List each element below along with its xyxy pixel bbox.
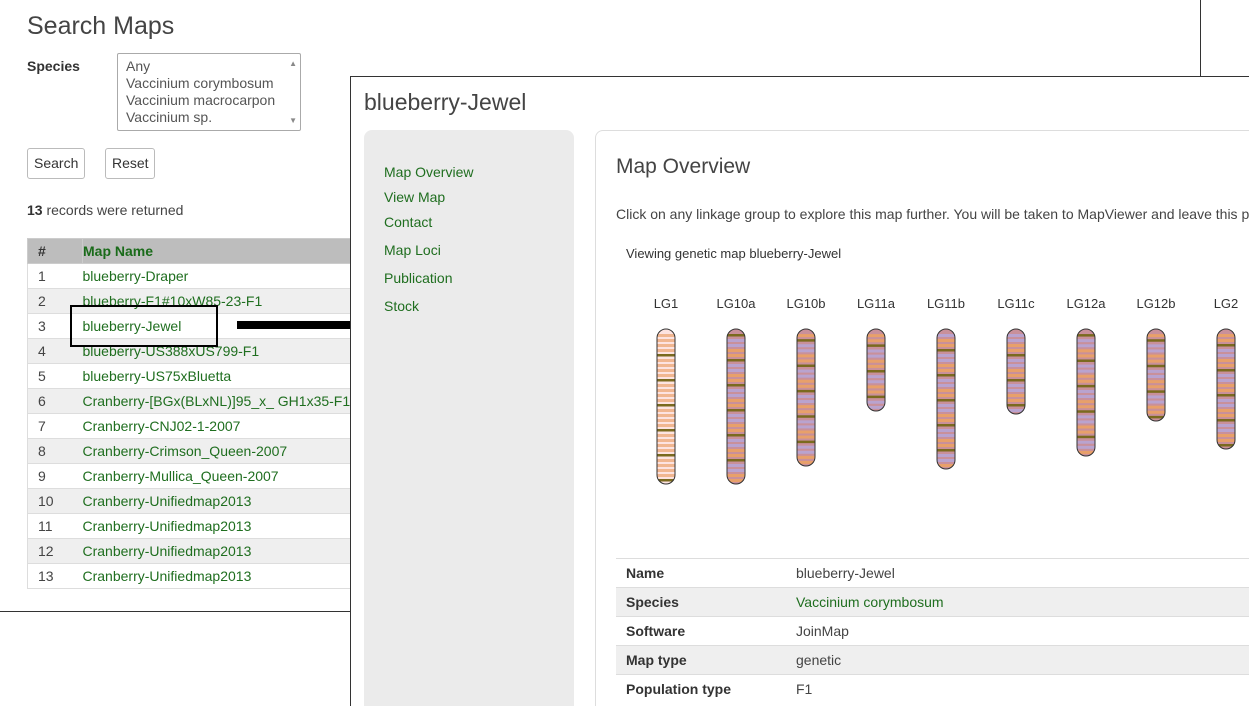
- map-name-link[interactable]: blueberry-US75xBluetta: [82, 363, 357, 389]
- linkage-group-chromosome[interactable]: [796, 328, 816, 467]
- linkage-group-label[interactable]: LG10b: [781, 296, 831, 311]
- detail-value: genetic: [796, 645, 1249, 675]
- linkage-group-chromosome[interactable]: [1006, 328, 1026, 415]
- linkage-group-label[interactable]: LG1: [641, 296, 691, 311]
- row-number: 6: [27, 388, 83, 414]
- species-option[interactable]: Vaccinium corymbosum: [118, 75, 300, 92]
- row-number: 1: [27, 263, 83, 289]
- species-label: Species: [27, 58, 80, 74]
- row-number: 11: [27, 513, 83, 539]
- detail-key: Population type: [616, 674, 796, 704]
- column-header-map-name[interactable]: Map Name: [82, 238, 357, 264]
- row-number: 13: [27, 563, 83, 589]
- detail-row: Software JoinMap: [616, 616, 1249, 646]
- detail-key: Species: [616, 587, 796, 617]
- detail-row: Species Vaccinium corymbosum: [616, 587, 1249, 617]
- map-name-link[interactable]: Cranberry-CNJ02-1-2007: [82, 413, 357, 439]
- row-number: 5: [27, 363, 83, 389]
- linkage-group-label[interactable]: LG2: [1201, 296, 1249, 311]
- table-row: 7 Cranberry-CNJ02-1-2007: [27, 413, 357, 439]
- reset-button[interactable]: Reset: [105, 148, 155, 179]
- map-overview-content: Map Overview Click on any linkage group …: [595, 130, 1249, 706]
- scroll-down-icon[interactable]: ▼: [289, 116, 297, 125]
- detail-value[interactable]: Vaccinium corymbosum: [796, 587, 1249, 617]
- map-name-link[interactable]: Cranberry-Unifiedmap2013: [82, 513, 357, 539]
- detail-row: Population type F1: [616, 674, 1249, 704]
- highlight-box: [70, 305, 218, 347]
- species-multiselect[interactable]: Any Vaccinium corymbosum Vaccinium macro…: [117, 53, 301, 131]
- table-row: 5 blueberry-US75xBluetta: [27, 363, 357, 389]
- linkage-group-label[interactable]: LG12b: [1131, 296, 1181, 311]
- row-number: 10: [27, 488, 83, 514]
- detail-row: Name blueberry-Jewel: [616, 558, 1249, 588]
- search-button[interactable]: Search: [27, 148, 85, 179]
- map-name-link[interactable]: Cranberry-[BGx(BLxNL)]95_x_ GH1x35-F1: [82, 388, 357, 414]
- map-detail-page: blueberry-Jewel Map Overview View Map Co…: [350, 76, 1249, 706]
- linkage-group-chromosome[interactable]: [1216, 328, 1236, 450]
- row-number: 8: [27, 438, 83, 464]
- linkage-group-label[interactable]: LG11c: [991, 296, 1041, 311]
- map-name-link[interactable]: Cranberry-Unifiedmap2013: [82, 538, 357, 564]
- viewing-label: Viewing genetic map blueberry-Jewel: [626, 246, 842, 261]
- scroll-up-icon[interactable]: ▲: [289, 59, 297, 68]
- linkage-group-label[interactable]: LG12a: [1061, 296, 1111, 311]
- map-name-link[interactable]: Cranberry-Unifiedmap2013: [82, 488, 357, 514]
- linkage-group-viewer[interactable]: [596, 321, 1249, 491]
- detail-value: blueberry-Jewel: [796, 558, 1249, 588]
- linkage-group-label[interactable]: LG10a: [711, 296, 761, 311]
- linkage-group-chromosome[interactable]: [866, 328, 886, 412]
- results-table: # Map Name 1 blueberry-Draper 2 blueberry-F…: [27, 238, 357, 589]
- table-row: 11 Cranberry-Unifiedmap2013: [27, 513, 357, 539]
- detail-key: Software: [616, 616, 796, 646]
- linkage-group-chromosome[interactable]: [726, 328, 746, 485]
- species-option[interactable]: Vaccinium macrocarpon: [118, 92, 300, 109]
- records-text: records were returned: [42, 202, 184, 218]
- table-header-row: # Map Name: [27, 238, 357, 264]
- linkage-group-label[interactable]: LG11a: [851, 296, 901, 311]
- table-row: 13 Cranberry-Unifiedmap2013: [27, 563, 357, 589]
- detail-value: F1: [796, 674, 1249, 704]
- map-name-link[interactable]: blueberry-Draper: [82, 263, 357, 289]
- table-row: 9 Cranberry-Mullica_Queen-2007: [27, 463, 357, 489]
- section-title: Map Overview: [616, 155, 751, 178]
- map-title: blueberry-Jewel: [364, 89, 527, 115]
- nav-map-overview[interactable]: Map Overview: [384, 164, 473, 180]
- map-name-link[interactable]: Cranberry-Mullica_Queen-2007: [82, 463, 357, 489]
- linkage-group-chromosome[interactable]: [1076, 328, 1096, 457]
- row-number: 7: [27, 413, 83, 439]
- detail-value: JoinMap: [796, 616, 1249, 646]
- linkage-group-chromosome[interactable]: [1146, 328, 1166, 422]
- nav-publication[interactable]: Publication: [384, 270, 453, 286]
- map-name-link[interactable]: Cranberry-Crimson_Queen-2007: [82, 438, 357, 464]
- nav-view-map[interactable]: View Map: [384, 189, 445, 205]
- species-option[interactable]: Any: [118, 58, 300, 75]
- linkage-group-chromosome[interactable]: [936, 328, 956, 470]
- page-title: Search Maps: [27, 12, 175, 40]
- table-row: 10 Cranberry-Unifiedmap2013: [27, 488, 357, 514]
- table-row: 8 Cranberry-Crimson_Queen-2007: [27, 438, 357, 464]
- detail-row: Map type genetic: [616, 645, 1249, 675]
- nav-map-loci[interactable]: Map Loci: [384, 242, 441, 258]
- nav-stock[interactable]: Stock: [384, 298, 419, 314]
- side-nav: Map Overview View Map Contact Map Loci P…: [364, 130, 574, 706]
- map-details-table: Name blueberry-Jewel Species Vaccinium cory…: [616, 558, 1249, 704]
- detail-key: Map type: [616, 645, 796, 675]
- row-number: 9: [27, 463, 83, 489]
- nav-contact[interactable]: Contact: [384, 214, 432, 230]
- section-description: Click on any linkage group to explore th…: [616, 206, 1249, 222]
- map-name-link[interactable]: Cranberry-Unifiedmap2013: [82, 563, 357, 589]
- column-header-number[interactable]: #: [27, 238, 83, 264]
- linkage-group-label[interactable]: LG11b: [921, 296, 971, 311]
- table-row: 6 Cranberry-[BGx(BLxNL)]95_x_ GH1x35-F1: [27, 388, 357, 414]
- records-summary: 13 records were returned: [27, 202, 183, 218]
- linkage-group-chromosome[interactable]: [656, 328, 676, 485]
- species-option[interactable]: Vaccinium sp.: [118, 109, 300, 126]
- table-row: 12 Cranberry-Unifiedmap2013: [27, 538, 357, 564]
- row-number: 12: [27, 538, 83, 564]
- records-count: 13: [27, 202, 43, 218]
- detail-key: Name: [616, 558, 796, 588]
- table-row: 1 blueberry-Draper: [27, 263, 357, 289]
